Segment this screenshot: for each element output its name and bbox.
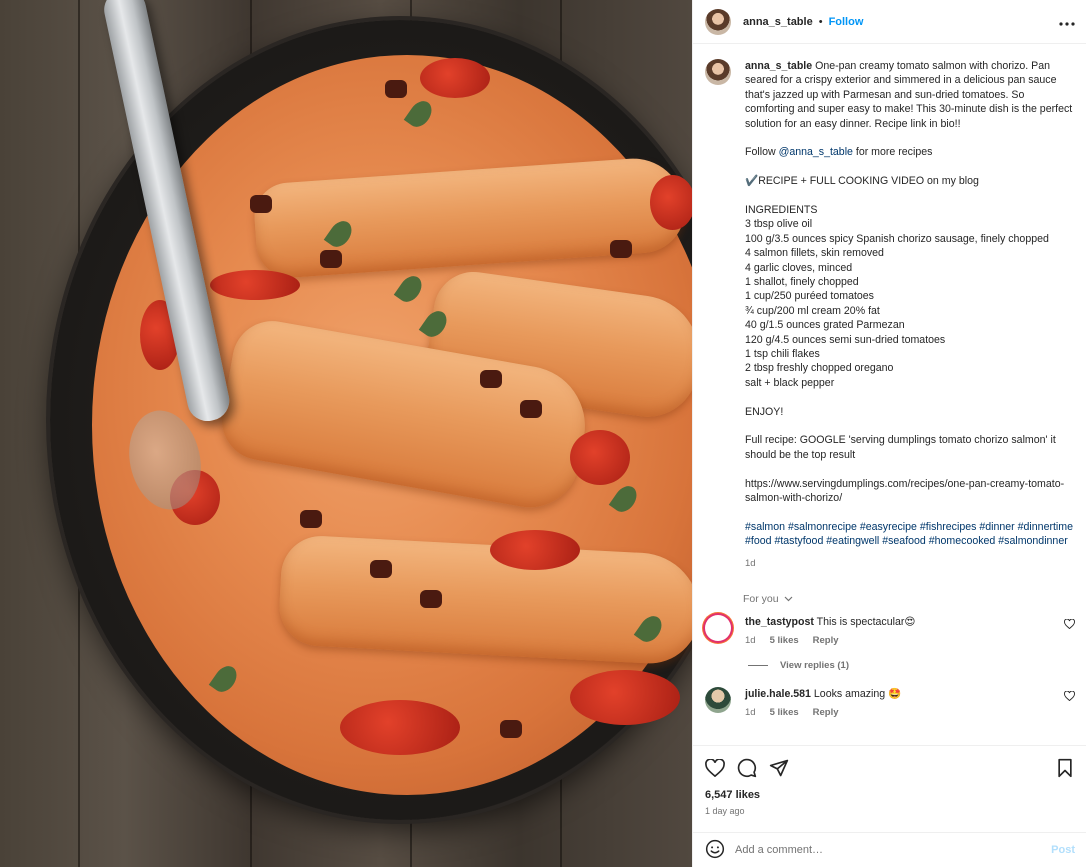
ingredient-item: 1 tsp chili flakes [745,348,820,361]
avatar[interactable] [705,615,731,642]
comment-icon[interactable] [737,758,757,778]
chorizo-piece [500,720,522,738]
chorizo-piece [320,250,342,268]
post-modal: anna_s_table • Follow anna_s_table One-p… [0,0,1086,867]
ingredient-item: 3 tbsp olive oil [745,218,813,231]
chorizo-piece [420,590,442,608]
ingredient-item: 1 shallot, finely chopped [745,276,859,289]
chorizo-piece [610,240,632,258]
reply-button[interactable]: Reply [813,707,839,718]
replies-divider [748,665,768,667]
caption-full-recipe: Full recipe: GOOGLE 'serving dumplings t… [745,434,1056,461]
caption-time[interactable]: 1d [745,557,1075,571]
ingredient-item: 4 salmon fillets, skin removed [745,247,884,260]
chorizo-piece [520,400,542,418]
post-username[interactable]: anna_s_table [743,16,813,28]
caption: anna_s_table One-pan creamy tomato salmo… [693,45,1086,571]
comment-text: This is spectacular😍 [816,616,916,629]
comment-text: Looks amazing 🤩 [813,688,902,701]
sundried-tomato [570,430,630,485]
bookmark-icon[interactable] [1055,758,1075,778]
comment-item: the_tastypost This is spectacular😍 1d 5 … [693,605,1086,646]
comment-time[interactable]: 1d [745,635,756,646]
post-header: anna_s_table • Follow [693,0,1086,44]
ingredient-item: ¾ cup/200 ml cream 20% fat [745,304,880,317]
comment-likes[interactable]: 5 likes [770,707,799,718]
comments-scroll-area[interactable]: anna_s_table One-pan creamy tomato salmo… [693,45,1086,745]
ingredient-item: 4 garlic cloves, minced [745,261,853,274]
caption-follow-prefix: Follow [745,146,779,159]
view-replies-button[interactable]: View replies (1) [693,646,1086,671]
like-count[interactable]: 6,547 likes [705,789,760,801]
comment-item: julie.hale.581 Looks amazing 🤩 1d 5 like… [693,671,1086,718]
avatar[interactable] [705,8,731,35]
comment-likes[interactable]: 5 likes [770,635,799,646]
separator-dot: • [818,15,823,28]
heart-icon[interactable] [1064,618,1075,632]
chevron-down-icon [784,596,792,602]
action-bar [693,745,1086,790]
mention-link[interactable]: @anna_s_table [779,146,853,158]
sundried-tomato [340,700,460,755]
caption-follow-suffix: for more recipes [852,146,933,159]
caption-username[interactable]: anna_s_table [745,60,812,72]
avatar[interactable] [705,59,731,85]
post-photo[interactable] [0,0,692,867]
ingredients-title: INGREDIENTS [745,204,818,217]
sundried-tomato [210,270,300,300]
post-side-panel: anna_s_table • Follow anna_s_table One-p… [692,0,1086,867]
caption-enjoy: ENJOY! [745,405,784,418]
sundried-tomato [420,58,490,98]
ingredient-item: 2 tbsp freshly chopped oregano [745,362,894,375]
ingredient-item: 40 g/1.5 ounces grated Parmezan [745,319,905,332]
heart-icon[interactable] [1064,690,1075,704]
for-you-label[interactable]: For you [693,571,1086,605]
chorizo-piece [480,370,502,388]
emoji-icon[interactable] [705,839,725,862]
ingredient-item: 100 g/3.5 ounces spicy Spanish chorizo s… [745,232,1049,245]
post-comment-button[interactable]: Post [1051,844,1075,856]
post-time[interactable]: 1 day ago [705,806,745,816]
caption-recipe-line: ✔️RECIPE + FULL COOKING VIDEO on my blog [745,175,979,188]
view-replies-label: View replies (1) [780,660,849,672]
comment-username[interactable]: julie.hale.581 [745,688,811,700]
ingredient-item: 1 cup/250 puréed tomatoes [745,290,874,303]
chorizo-piece [385,80,407,98]
follow-button[interactable]: Follow [829,16,864,28]
sundried-tomato [570,670,680,725]
sundried-tomato [650,175,692,230]
caption-body: anna_s_table One-pan creamy tomato salmo… [745,59,1075,571]
comment-time[interactable]: 1d [745,707,756,718]
comment-username[interactable]: the_tastypost [745,616,814,628]
caption-hashtags[interactable]: #salmon #salmonrecipe #easyrecipe #fishr… [745,520,1075,549]
avatar[interactable] [705,687,731,714]
reply-button[interactable]: Reply [813,635,839,646]
add-comment-bar: Post [693,832,1086,867]
ingredient-item: salt + black pepper [745,376,835,389]
chorizo-piece [250,195,272,213]
heart-icon[interactable] [705,758,725,778]
ingredient-item: 120 g/4.5 ounces semi sun-dried tomatoes [745,333,946,346]
salmon-fillet [277,534,692,666]
share-icon[interactable] [769,758,789,778]
caption-url: https://www.servingdumplings.com/recipes… [745,477,1065,505]
chorizo-piece [370,560,392,578]
more-icon[interactable] [1059,13,1075,31]
for-you-text: For you [743,593,779,606]
sundried-tomato [490,530,580,570]
comment-input[interactable] [735,844,1052,856]
chorizo-piece [300,510,322,528]
